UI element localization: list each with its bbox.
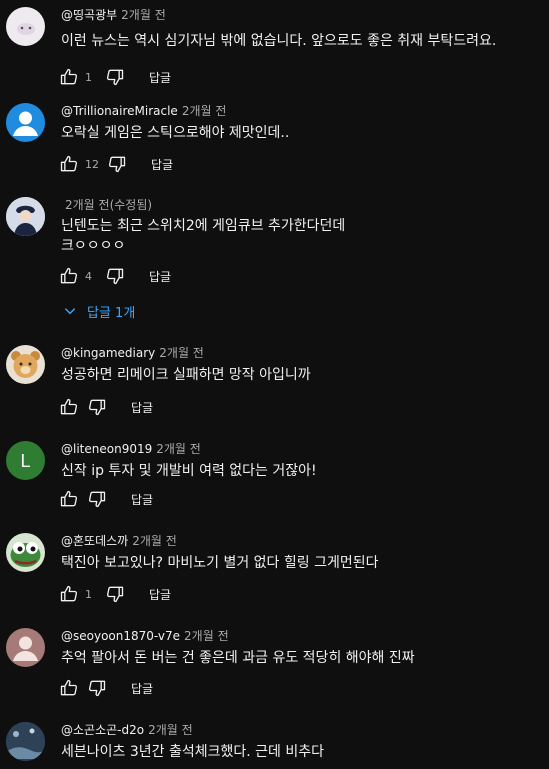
avatar[interactable] xyxy=(6,628,45,667)
reply-button[interactable]: 답글 xyxy=(131,491,153,508)
comment-time[interactable]: 2개월 전 xyxy=(156,442,201,456)
comment-time[interactable]: 2개월 전 xyxy=(132,534,177,548)
chevron-down-icon xyxy=(64,308,76,315)
comment-meta: @seoyoon1870-v7e 2개월 전 xyxy=(61,628,229,644)
avatar[interactable] xyxy=(6,345,45,384)
comment-author[interactable]: @띵곡광부 xyxy=(61,8,117,22)
reply-button[interactable]: 답글 xyxy=(149,69,171,86)
comment-meta: @kingamediary 2개월 전 xyxy=(61,345,204,361)
comment-author[interactable]: @혼또데스까 xyxy=(61,534,128,548)
like-icon[interactable] xyxy=(59,678,79,698)
dislike-icon[interactable] xyxy=(87,678,107,698)
comment-meta: @liteneon9019 2개월 전 xyxy=(61,441,201,457)
comment-time[interactable]: 2개월 전 xyxy=(121,8,166,22)
comment-time[interactable]: 2개월 전 xyxy=(148,723,193,737)
view-replies-button[interactable]: 답글 1개 xyxy=(63,302,136,321)
comment-text: 오락실 게임은 스틱으로해야 제맛인데.. xyxy=(61,125,290,141)
avatar[interactable] xyxy=(6,533,45,572)
comment-actions: 답글 xyxy=(59,489,153,509)
dislike-icon[interactable] xyxy=(87,489,107,509)
like-count: 1 xyxy=(85,587,92,601)
comment-actions: 4 답글 xyxy=(59,266,171,286)
comment-meta: @TrillionaireMiracle 2개월 전 xyxy=(61,103,226,119)
svg-text:L: L xyxy=(20,451,30,471)
comment-actions: 12 답글 xyxy=(59,154,173,174)
dislike-icon[interactable] xyxy=(105,67,125,87)
comment-text: 신작 ip 투자 및 개발비 여력 없다는 거잖아! xyxy=(61,463,317,479)
comment-actions: 답글 xyxy=(59,678,153,698)
like-icon[interactable] xyxy=(59,489,79,509)
like-icon[interactable] xyxy=(59,154,79,174)
reply-button[interactable]: 답글 xyxy=(151,156,173,173)
like-icon[interactable] xyxy=(59,397,79,417)
like-count: 12 xyxy=(85,157,99,171)
comment-text: 택진아 보고있나? 마비노기 별거 없다 힐링 그게먼된다 xyxy=(61,555,379,571)
comment-text-line2: 크ㅇㅇㅇㅇ xyxy=(61,238,126,254)
like-icon[interactable] xyxy=(59,584,79,604)
comment-author[interactable]: @seoyoon1870-v7e xyxy=(61,629,180,643)
comment-text: 성공하면 리메이크 실패하면 망작 아입니까 xyxy=(61,367,311,383)
comment-text: 닌텐도는 최근 스위치2에 게임큐브 추가한다던데 xyxy=(61,218,346,234)
dislike-icon[interactable] xyxy=(105,266,125,286)
like-icon[interactable] xyxy=(59,67,79,87)
avatar[interactable] xyxy=(6,7,45,46)
reply-button[interactable]: 답글 xyxy=(149,586,171,603)
comment-time[interactable]: 2개월 전 xyxy=(182,104,227,118)
comment-author[interactable]: @liteneon9019 xyxy=(61,442,152,456)
like-icon[interactable] xyxy=(59,266,79,286)
comment-time[interactable]: 2개월 전 xyxy=(184,629,229,643)
comment-author[interactable]: @소곤소곤-d2o xyxy=(61,723,144,737)
like-count: 1 xyxy=(85,70,92,84)
comment-meta: 2개월 전(수정됨) xyxy=(61,197,152,213)
avatar[interactable] xyxy=(6,103,45,142)
avatar[interactable] xyxy=(6,722,45,761)
avatar[interactable] xyxy=(6,197,45,236)
comment-text: 세븐나이츠 3년간 출석체크했다. 근데 비추다 xyxy=(61,744,324,760)
dislike-icon[interactable] xyxy=(87,397,107,417)
comment-time[interactable]: 2개월 전 xyxy=(159,346,204,360)
comment-text: 이런 뉴스는 역시 심기자님 밖에 없습니다. 앞으로도 좋은 취재 부탁드려요… xyxy=(61,33,497,49)
comment-author[interactable]: @TrillionaireMiracle xyxy=(61,104,178,118)
reply-button[interactable]: 답글 xyxy=(149,268,171,285)
comment-author[interactable]: @kingamediary xyxy=(61,346,155,360)
comment-meta: @소곤소곤-d2o 2개월 전 xyxy=(61,722,193,738)
dislike-icon[interactable] xyxy=(105,584,125,604)
comment-time[interactable]: 2개월 전(수정됨) xyxy=(65,198,152,212)
comment-actions: 1 답글 xyxy=(59,67,171,87)
comment-meta: @혼또데스까 2개월 전 xyxy=(61,533,177,549)
comment-text: 추억 팔아서 돈 버는 건 좋은데 과금 유도 적당히 해야해 진짜 xyxy=(61,650,415,666)
reply-button[interactable]: 답글 xyxy=(131,680,153,697)
comment-actions: 답글 xyxy=(59,397,153,417)
like-count: 4 xyxy=(85,269,92,283)
reply-button[interactable]: 답글 xyxy=(131,399,153,416)
avatar[interactable]: L xyxy=(6,441,45,480)
dislike-icon[interactable] xyxy=(107,154,127,174)
view-replies-label: 답글 1개 xyxy=(87,305,136,321)
comment-meta: @띵곡광부 2개월 전 xyxy=(61,7,166,23)
comment-actions: 1 답글 xyxy=(59,584,171,604)
